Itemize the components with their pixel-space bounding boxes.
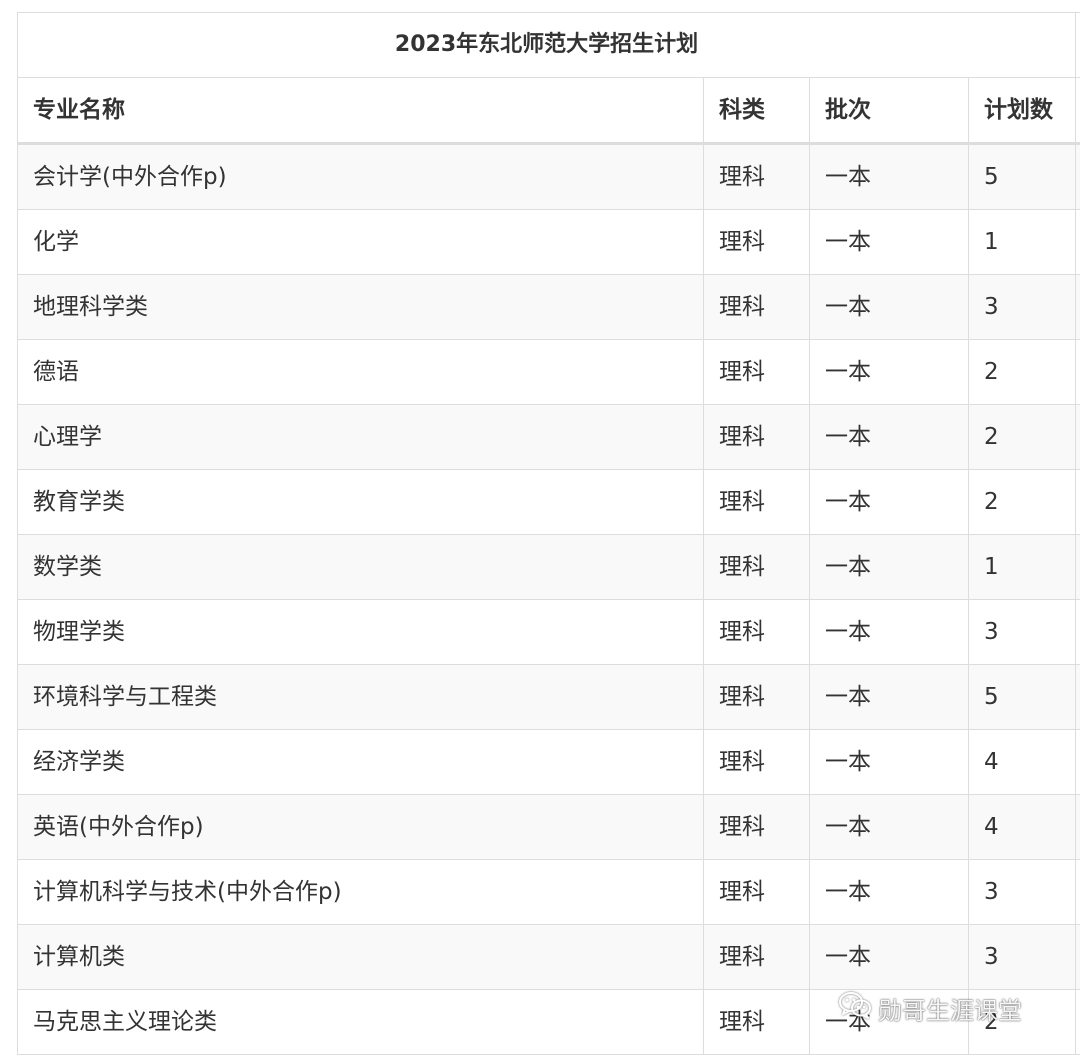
cell-subject-type: 理科 xyxy=(703,599,810,665)
cell-plan-count: 4 xyxy=(967,794,1077,860)
header-subject-type: 科类 xyxy=(703,77,810,145)
table-row: 会计学(中外合作p) 理科 一本 5 xyxy=(17,143,1080,210)
cell-batch: 一本 xyxy=(809,664,969,730)
cell-subject-type: 理科 xyxy=(703,274,810,340)
table-row: 英语(中外合作p) 理科 一本 4 xyxy=(17,794,1080,860)
row-edge-cell xyxy=(1075,143,1080,210)
cell-major-name: 计算机类 xyxy=(17,924,704,990)
enrollment-table-container: 2023年东北师范大学招生计划 专业名称 科类 批次 计划数 会计学(中外合作p… xyxy=(16,12,1080,1055)
enrollment-plan-table: 2023年东北师范大学招生计划 专业名称 科类 批次 计划数 会计学(中外合作p… xyxy=(16,12,1080,1055)
table-row: 数学类 理科 一本 1 xyxy=(17,534,1080,600)
cell-plan-count: 3 xyxy=(967,274,1077,340)
cell-subject-type: 理科 xyxy=(703,143,810,210)
page: 2023年东北师范大学招生计划 专业名称 科类 批次 计划数 会计学(中外合作p… xyxy=(0,0,1080,1055)
cell-batch: 一本 xyxy=(809,729,969,795)
row-edge-cell xyxy=(1075,599,1080,665)
table-edge-cell xyxy=(1075,12,1080,78)
cell-batch: 一本 xyxy=(809,339,969,405)
row-edge-cell xyxy=(1075,859,1080,925)
table-row: 心理学 理科 一本 2 xyxy=(17,404,1080,470)
cell-plan-count: 3 xyxy=(967,924,1077,990)
cell-subject-type: 理科 xyxy=(703,534,810,600)
cell-major-name: 环境科学与工程类 xyxy=(17,664,704,730)
cell-plan-count: 1 xyxy=(967,534,1077,600)
cell-major-name: 马克思主义理论类 xyxy=(17,989,704,1055)
cell-plan-count: 4 xyxy=(967,729,1077,795)
table-row: 地理科学类 理科 一本 3 xyxy=(17,274,1080,340)
cell-plan-count: 3 xyxy=(967,599,1077,665)
cell-major-name: 心理学 xyxy=(17,404,704,470)
table-row: 马克思主义理论类 理科 一本 2 xyxy=(17,989,1080,1055)
cell-subject-type: 理科 xyxy=(703,469,810,535)
cell-major-name: 德语 xyxy=(17,339,704,405)
cell-batch: 一本 xyxy=(809,924,969,990)
header-plan-count: 计划数 xyxy=(967,77,1077,145)
row-edge-cell xyxy=(1075,924,1080,990)
table-row: 教育学类 理科 一本 2 xyxy=(17,469,1080,535)
table-body: 会计学(中外合作p) 理科 一本 5 化学 理科 一本 1 地理科学类 理科 一本 3 德语 理科 一本 2 心… xyxy=(17,143,1080,1055)
table-row: 环境科学与工程类 理科 一本 5 xyxy=(17,664,1080,730)
row-edge-cell xyxy=(1075,534,1080,600)
cell-subject-type: 理科 xyxy=(703,989,810,1055)
row-edge-cell xyxy=(1075,794,1080,860)
cell-plan-count: 5 xyxy=(967,143,1077,210)
cell-batch: 一本 xyxy=(809,794,969,860)
row-edge-cell xyxy=(1075,404,1080,470)
row-edge-cell xyxy=(1075,274,1080,340)
cell-major-name: 计算机科学与技术(中外合作p) xyxy=(17,859,704,925)
cell-batch: 一本 xyxy=(809,274,969,340)
cell-major-name: 化学 xyxy=(17,209,704,275)
row-edge-cell xyxy=(1075,989,1080,1055)
cell-subject-type: 理科 xyxy=(703,924,810,990)
cell-major-name: 教育学类 xyxy=(17,469,704,535)
table-row: 计算机科学与技术(中外合作p) 理科 一本 3 xyxy=(17,859,1080,925)
cell-batch: 一本 xyxy=(809,599,969,665)
cell-plan-count: 2 xyxy=(967,339,1077,405)
cell-major-name: 经济学类 xyxy=(17,729,704,795)
row-edge-cell xyxy=(1075,664,1080,730)
table-title: 2023年东北师范大学招生计划 xyxy=(16,12,1077,78)
cell-subject-type: 理科 xyxy=(703,794,810,860)
row-edge-cell xyxy=(1075,729,1080,795)
cell-subject-type: 理科 xyxy=(703,664,810,730)
cell-subject-type: 理科 xyxy=(703,209,810,275)
cell-subject-type: 理科 xyxy=(703,729,810,795)
row-edge-cell xyxy=(1075,339,1080,405)
cell-plan-count: 3 xyxy=(967,859,1077,925)
cell-subject-type: 理科 xyxy=(703,339,810,405)
table-row: 物理学类 理科 一本 3 xyxy=(17,599,1080,665)
cell-plan-count: 5 xyxy=(967,664,1077,730)
table-header-row: 专业名称 科类 批次 计划数 xyxy=(17,77,1080,145)
header-edge-cell xyxy=(1075,77,1080,145)
cell-batch: 一本 xyxy=(809,143,969,210)
cell-batch: 一本 xyxy=(809,989,969,1055)
table-title-row: 2023年东北师范大学招生计划 xyxy=(16,12,1080,78)
cell-batch: 一本 xyxy=(809,534,969,600)
cell-batch: 一本 xyxy=(809,209,969,275)
cell-major-name: 英语(中外合作p) xyxy=(17,794,704,860)
cell-major-name: 物理学类 xyxy=(17,599,704,665)
row-edge-cell xyxy=(1075,209,1080,275)
cell-batch: 一本 xyxy=(809,469,969,535)
table-row: 化学 理科 一本 1 xyxy=(17,209,1080,275)
header-major-name: 专业名称 xyxy=(17,77,704,145)
cell-major-name: 数学类 xyxy=(17,534,704,600)
table-row: 经济学类 理科 一本 4 xyxy=(17,729,1080,795)
cell-plan-count: 2 xyxy=(967,469,1077,535)
cell-plan-count: 2 xyxy=(967,989,1077,1055)
cell-batch: 一本 xyxy=(809,404,969,470)
table-row: 计算机类 理科 一本 3 xyxy=(17,924,1080,990)
cell-subject-type: 理科 xyxy=(703,859,810,925)
cell-plan-count: 2 xyxy=(967,404,1077,470)
header-batch: 批次 xyxy=(809,77,969,145)
cell-major-name: 地理科学类 xyxy=(17,274,704,340)
cell-major-name: 会计学(中外合作p) xyxy=(17,143,704,210)
row-edge-cell xyxy=(1075,469,1080,535)
cell-subject-type: 理科 xyxy=(703,404,810,470)
cell-plan-count: 1 xyxy=(967,209,1077,275)
cell-batch: 一本 xyxy=(809,859,969,925)
table-row: 德语 理科 一本 2 xyxy=(17,339,1080,405)
